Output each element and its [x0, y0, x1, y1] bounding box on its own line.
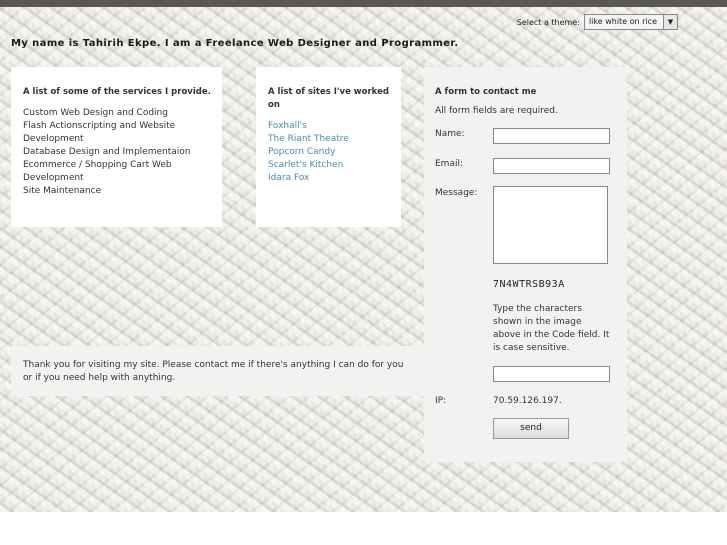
- captcha-image: 7N4WTRSB93A: [493, 279, 565, 290]
- ip-value: 70.59.126.197.: [493, 396, 562, 406]
- theme-selector: Select a theme: like white on rice ▼: [517, 14, 678, 30]
- captcha-code-field[interactable]: [493, 366, 610, 382]
- list-item: Database Design and Implementaion: [23, 147, 191, 157]
- form-required-note: All form fields are required.: [435, 106, 558, 116]
- ip-label: IP:: [435, 396, 447, 406]
- services-list: Custom Web Design and Coding Flash Actio…: [23, 107, 222, 198]
- email-label: Email:: [435, 159, 464, 169]
- site-link-scarlets-kitchen[interactable]: Scarlet's Kitchen: [268, 160, 343, 170]
- page-headline: My name is Tahirih Ekpe. I am a Freelanc…: [11, 38, 459, 49]
- list-item: Custom Web Design and Coding: [23, 108, 168, 118]
- thanks-panel: Thank you for visiting my site. Please c…: [11, 346, 424, 396]
- email-field[interactable]: [493, 158, 610, 174]
- sites-list: Foxhall's The Riant Theatre Popcorn Cand…: [268, 120, 401, 185]
- top-bar: [0, 0, 727, 7]
- message-label: Message:: [435, 188, 478, 198]
- name-field[interactable]: [493, 128, 610, 144]
- list-item: Site Maintenance: [23, 186, 102, 196]
- list-item: Ecommerce / Shopping Cart Web Developmen…: [23, 160, 172, 183]
- send-button[interactable]: send: [493, 418, 569, 439]
- chevron-down-icon[interactable]: ▼: [663, 15, 677, 29]
- site-link-idara-fox[interactable]: Idara Fox: [268, 173, 309, 183]
- site-link-foxhalls[interactable]: Foxhall's: [268, 121, 307, 131]
- site-link-riant-theatre[interactable]: The Riant Theatre: [268, 134, 349, 144]
- form-title: A form to contact me: [435, 87, 537, 97]
- name-label: Name:: [435, 129, 465, 139]
- message-textarea[interactable]: [493, 186, 608, 264]
- theme-label: Select a theme:: [516, 17, 580, 27]
- services-panel: A list of some of the services I provide…: [11, 67, 222, 227]
- services-title: A list of some of the services I provide…: [23, 87, 211, 97]
- theme-selected-value: like white on rice: [588, 17, 657, 26]
- sites-panel: A list of sites I've worked on Foxhall's…: [256, 67, 401, 227]
- sites-title: A list of sites I've worked on: [268, 87, 389, 110]
- list-item: Flash Actionscripting and Website Develo…: [23, 121, 176, 144]
- site-link-popcorn-candy[interactable]: Popcorn Candy: [268, 147, 335, 157]
- theme-select[interactable]: like white on rice ▼: [583, 14, 678, 30]
- contact-form: A form to contact me All form fields are…: [424, 67, 627, 462]
- thanks-text: Thank you for visiting my site. Please c…: [23, 360, 404, 383]
- captcha-hint: Type the characters shown in the image a…: [493, 304, 610, 353]
